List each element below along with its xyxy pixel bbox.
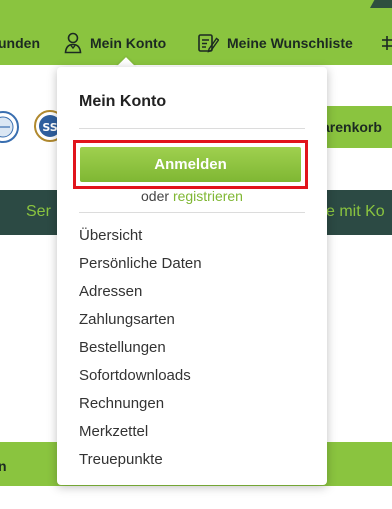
login-button[interactable]: Anmelden — [80, 147, 301, 182]
menu-item-instant-downloads[interactable]: Sofortdownloads — [79, 366, 202, 394]
register-link[interactable]: registrieren — [173, 188, 243, 204]
login-highlight-frame: Anmelden — [73, 140, 308, 189]
account-menu: Übersicht Persönliche Daten Adressen Zah… — [79, 226, 202, 478]
menu-item-orders[interactable]: Bestellungen — [79, 338, 202, 366]
top-strip — [0, 0, 392, 20]
category-bar-label: n — [0, 458, 7, 474]
menu-item-watchlist[interactable]: Merkzettel — [79, 422, 202, 450]
nav-item-more-icon[interactable] — [381, 20, 392, 65]
service-banner-right-text: e mit Ko — [326, 203, 385, 220]
nav-item-account[interactable]: Mein Konto — [64, 20, 166, 65]
main-navbar: unden Mein Konto Meine Wunschliste — [0, 20, 392, 65]
nav-item-account-label: Mein Konto — [90, 34, 167, 51]
menu-item-overview[interactable]: Übersicht — [79, 226, 202, 254]
menu-item-invoices[interactable]: Rechnungen — [79, 394, 202, 422]
register-row: oder registrieren — [57, 188, 327, 204]
service-banner-left-text: Ser — [26, 203, 51, 220]
trust-seal-logo — [0, 105, 20, 149]
dropdown-divider — [79, 128, 305, 129]
dropdown-title: Mein Konto — [79, 93, 167, 110]
or-text: oder — [141, 188, 170, 204]
nav-item-customer-label: unden — [0, 34, 40, 51]
cart-button-label: arenkorb — [322, 119, 382, 135]
nav-item-wishlist[interactable]: Meine Wunschliste — [197, 20, 353, 65]
menu-item-personal-data[interactable]: Persönliche Daten — [79, 254, 202, 282]
menu-item-loyalty-points[interactable]: Treuepunkte — [79, 450, 202, 478]
wishlist-icon — [197, 32, 219, 54]
account-dropdown: Mein Konto Anmelden oder registrieren Üb… — [57, 67, 327, 485]
menu-item-addresses[interactable]: Adressen — [79, 282, 202, 310]
menu-item-payment-methods[interactable]: Zahlungsarten — [79, 310, 202, 338]
top-strip-accent — [370, 0, 392, 8]
dropdown-divider — [79, 212, 305, 213]
svg-text:SS: SS — [42, 121, 57, 134]
cart-button[interactable]: arenkorb — [320, 106, 392, 148]
nav-item-wishlist-label: Meine Wunschliste — [227, 34, 353, 51]
user-icon — [64, 32, 82, 54]
nav-item-customer[interactable]: unden — [0, 20, 40, 65]
